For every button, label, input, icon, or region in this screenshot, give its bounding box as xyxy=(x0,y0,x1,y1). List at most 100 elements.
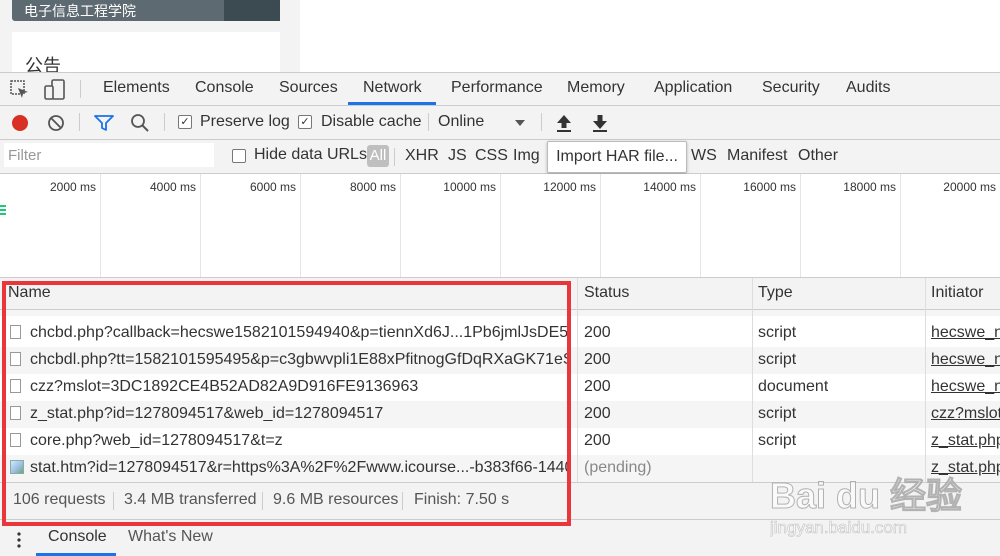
drawer-tab-whats-new[interactable]: What's New xyxy=(128,528,213,546)
request-initiator[interactable]: hecswe_ne xyxy=(931,324,1000,342)
preserve-log-label: Preserve log xyxy=(200,113,290,130)
request-initiator[interactable]: z_stat.php xyxy=(931,432,1000,450)
watermark-logo: Bai du 经验 xyxy=(770,475,962,516)
banner-image xyxy=(224,0,280,21)
timeline-gridline xyxy=(400,174,401,277)
filter-type-ws[interactable]: WS xyxy=(691,147,717,165)
request-type: script xyxy=(758,432,797,449)
column-header-status[interactable]: Status xyxy=(584,284,629,302)
divider xyxy=(541,113,542,131)
hide-data-urls-checkbox[interactable] xyxy=(232,149,246,163)
timeline-gridline xyxy=(800,174,801,277)
tab-memory[interactable]: Memory xyxy=(567,79,625,97)
divider xyxy=(79,113,80,131)
timeline-gridline xyxy=(500,174,501,277)
timeline-bar xyxy=(0,205,6,207)
column-header-initiator[interactable]: Initiator xyxy=(931,284,983,302)
request-status: 200 xyxy=(584,351,611,368)
column-header-type[interactable]: Type xyxy=(758,284,793,302)
timeline-gridline xyxy=(700,174,701,277)
import-har-tooltip: Import HAR file... xyxy=(547,141,687,173)
timeline-tick-label: 16000 ms xyxy=(743,180,796,194)
highlight-box xyxy=(2,281,571,526)
request-status: 200 xyxy=(584,405,611,422)
filter-type-all[interactable]: All xyxy=(367,145,389,167)
baidu-logo-icon: Bai du 经验 jingyan.baidu.com xyxy=(769,475,963,538)
column-divider[interactable] xyxy=(925,278,926,482)
timeline-tick-label: 18000 ms xyxy=(843,180,896,194)
filter-type-img[interactable]: Img xyxy=(513,147,540,165)
column-divider[interactable] xyxy=(577,278,578,482)
preserve-log-checkbox[interactable]: ✓ xyxy=(178,115,192,129)
request-initiator[interactable]: czz?mslot= xyxy=(931,405,1000,423)
filter-type-css[interactable]: CSS xyxy=(475,147,508,165)
tab-performance[interactable]: Performance xyxy=(451,79,543,97)
timeline-tick-label: 4000 ms xyxy=(149,180,196,194)
webpage-left-column: 电子信息工程学院 公告 xyxy=(0,0,300,76)
network-toolbar: ✓ Preserve log ✓ Disable cache Online xyxy=(0,106,1000,140)
timeline-tick-label: 10000 ms xyxy=(443,180,496,194)
timeline-gridline xyxy=(600,174,601,277)
column-divider[interactable] xyxy=(752,278,753,482)
filter-input[interactable] xyxy=(4,143,214,167)
filter-icon[interactable] xyxy=(94,114,114,132)
request-status: 200 xyxy=(584,324,611,341)
banner-text: 电子信息工程学院 xyxy=(24,3,136,19)
filter-type-other[interactable]: Other xyxy=(798,147,838,165)
record-icon[interactable] xyxy=(11,114,29,132)
college-banner[interactable]: 电子信息工程学院 xyxy=(12,0,280,21)
timeline-gridline xyxy=(200,174,201,277)
tab-security[interactable]: Security xyxy=(762,79,820,97)
request-type: script xyxy=(758,351,797,368)
timeline-tick-label: 20000 ms xyxy=(943,180,996,194)
hide-data-urls-label: Hide data URLs xyxy=(254,146,367,163)
chevron-down-icon[interactable] xyxy=(514,119,526,127)
tab-application[interactable]: Application xyxy=(654,79,732,97)
request-type: script xyxy=(758,405,797,422)
devtools-tabbar: Elements Console Sources Network Perform… xyxy=(0,73,1000,106)
timeline-tick-label: 12000 ms xyxy=(543,180,596,194)
notice-box: 公告 xyxy=(12,32,280,76)
timeline-tick-label: 14000 ms xyxy=(643,180,696,194)
network-filterbar: Hide data URLs All XHR JS CSS Img WS Man… xyxy=(0,140,1000,174)
timeline-gridline xyxy=(100,174,101,277)
export-har-icon[interactable] xyxy=(591,113,609,133)
request-initiator[interactable]: hecswe_ne xyxy=(931,351,1000,369)
tab-audits[interactable]: Audits xyxy=(846,79,890,97)
network-overview-timeline[interactable]: 2000 ms 4000 ms 6000 ms 8000 ms 10000 ms… xyxy=(0,174,1000,278)
disable-cache-checkbox[interactable]: ✓ xyxy=(298,115,312,129)
request-initiator[interactable]: hecswe_ne xyxy=(931,378,1000,396)
throttling-select[interactable]: Online xyxy=(438,113,484,131)
divider xyxy=(80,80,81,98)
inspect-element-icon[interactable] xyxy=(10,80,30,100)
tab-elements[interactable]: Elements xyxy=(103,79,170,97)
timeline-gridline xyxy=(900,174,901,277)
request-status: (pending) xyxy=(584,459,652,476)
baidu-jingyan-watermark: Bai du 经验 jingyan.baidu.com xyxy=(769,470,990,540)
filter-type-manifest[interactable]: Manifest xyxy=(727,147,787,165)
watermark-url: jingyan.baidu.com xyxy=(770,518,907,537)
request-status: 200 xyxy=(584,378,611,395)
filter-type-js[interactable]: JS xyxy=(448,147,467,165)
request-status: 200 xyxy=(584,432,611,449)
divider xyxy=(428,113,429,131)
timeline-bar xyxy=(0,209,6,211)
import-har-icon[interactable] xyxy=(555,113,573,133)
divider xyxy=(394,148,395,166)
tab-network[interactable]: Network xyxy=(363,79,422,97)
timeline-gridline xyxy=(300,174,301,277)
disable-cache-label: Disable cache xyxy=(321,113,422,130)
timeline-tick-label: 8000 ms xyxy=(349,180,396,194)
clear-icon[interactable] xyxy=(47,114,65,132)
tab-console[interactable]: Console xyxy=(195,79,254,97)
divider xyxy=(164,113,165,131)
device-toolbar-icon[interactable] xyxy=(44,79,66,101)
filter-type-xhr[interactable]: XHR xyxy=(405,147,439,165)
timeline-tick-label: 6000 ms xyxy=(249,180,296,194)
more-options-icon[interactable] xyxy=(16,531,22,549)
active-tab-indicator xyxy=(348,102,436,105)
drawer-tab-console[interactable]: Console xyxy=(48,528,107,546)
tab-sources[interactable]: Sources xyxy=(279,79,338,97)
request-type: document xyxy=(758,378,829,395)
search-icon[interactable] xyxy=(130,113,150,133)
